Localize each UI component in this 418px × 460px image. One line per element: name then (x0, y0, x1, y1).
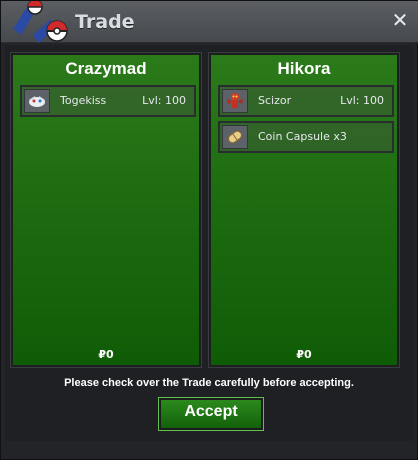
trader-name-left: Crazymad (65, 59, 147, 78)
trader-panel-right: Hikora Scizor Lvl: 100 Coin Capsule x3 ₽… (208, 52, 400, 368)
trade-window: Trade ✕ Crazymad Togekiss Lvl: 100 ₽0 Hi… (0, 0, 418, 460)
accept-button[interactable]: Accept (158, 397, 264, 431)
trade-notice: Please check over the Trade carefully be… (64, 377, 354, 389)
coin-capsule-icon (222, 125, 248, 149)
trade-item-coin-capsule[interactable]: Coin Capsule x3 (218, 121, 394, 153)
trade-item-togekiss[interactable]: Togekiss Lvl: 100 (20, 85, 196, 117)
scizor-icon (222, 89, 248, 113)
pokeball-logo-icon (13, 1, 68, 43)
close-icon[interactable]: ✕ (390, 10, 410, 30)
trader-panel-left: Crazymad Togekiss Lvl: 100 ₽0 (10, 52, 202, 368)
item-name: Togekiss (60, 94, 107, 107)
item-level: Lvl: 100 (142, 94, 186, 107)
title-bar[interactable]: Trade ✕ (1, 1, 418, 43)
item-level: Lvl: 100 (340, 94, 384, 107)
money-amount-left: ₽0 (98, 348, 114, 361)
item-name: Coin Capsule x3 (258, 130, 347, 143)
trade-item-scizor[interactable]: Scizor Lvl: 100 (218, 85, 394, 117)
togekiss-icon (24, 89, 50, 113)
window-title: Trade (75, 11, 135, 33)
trader-name-right: Hikora (277, 59, 331, 78)
item-name: Scizor (258, 94, 292, 107)
trade-content: Crazymad Togekiss Lvl: 100 ₽0 Hikora Sci… (5, 45, 413, 441)
money-amount-right: ₽0 (296, 348, 312, 361)
